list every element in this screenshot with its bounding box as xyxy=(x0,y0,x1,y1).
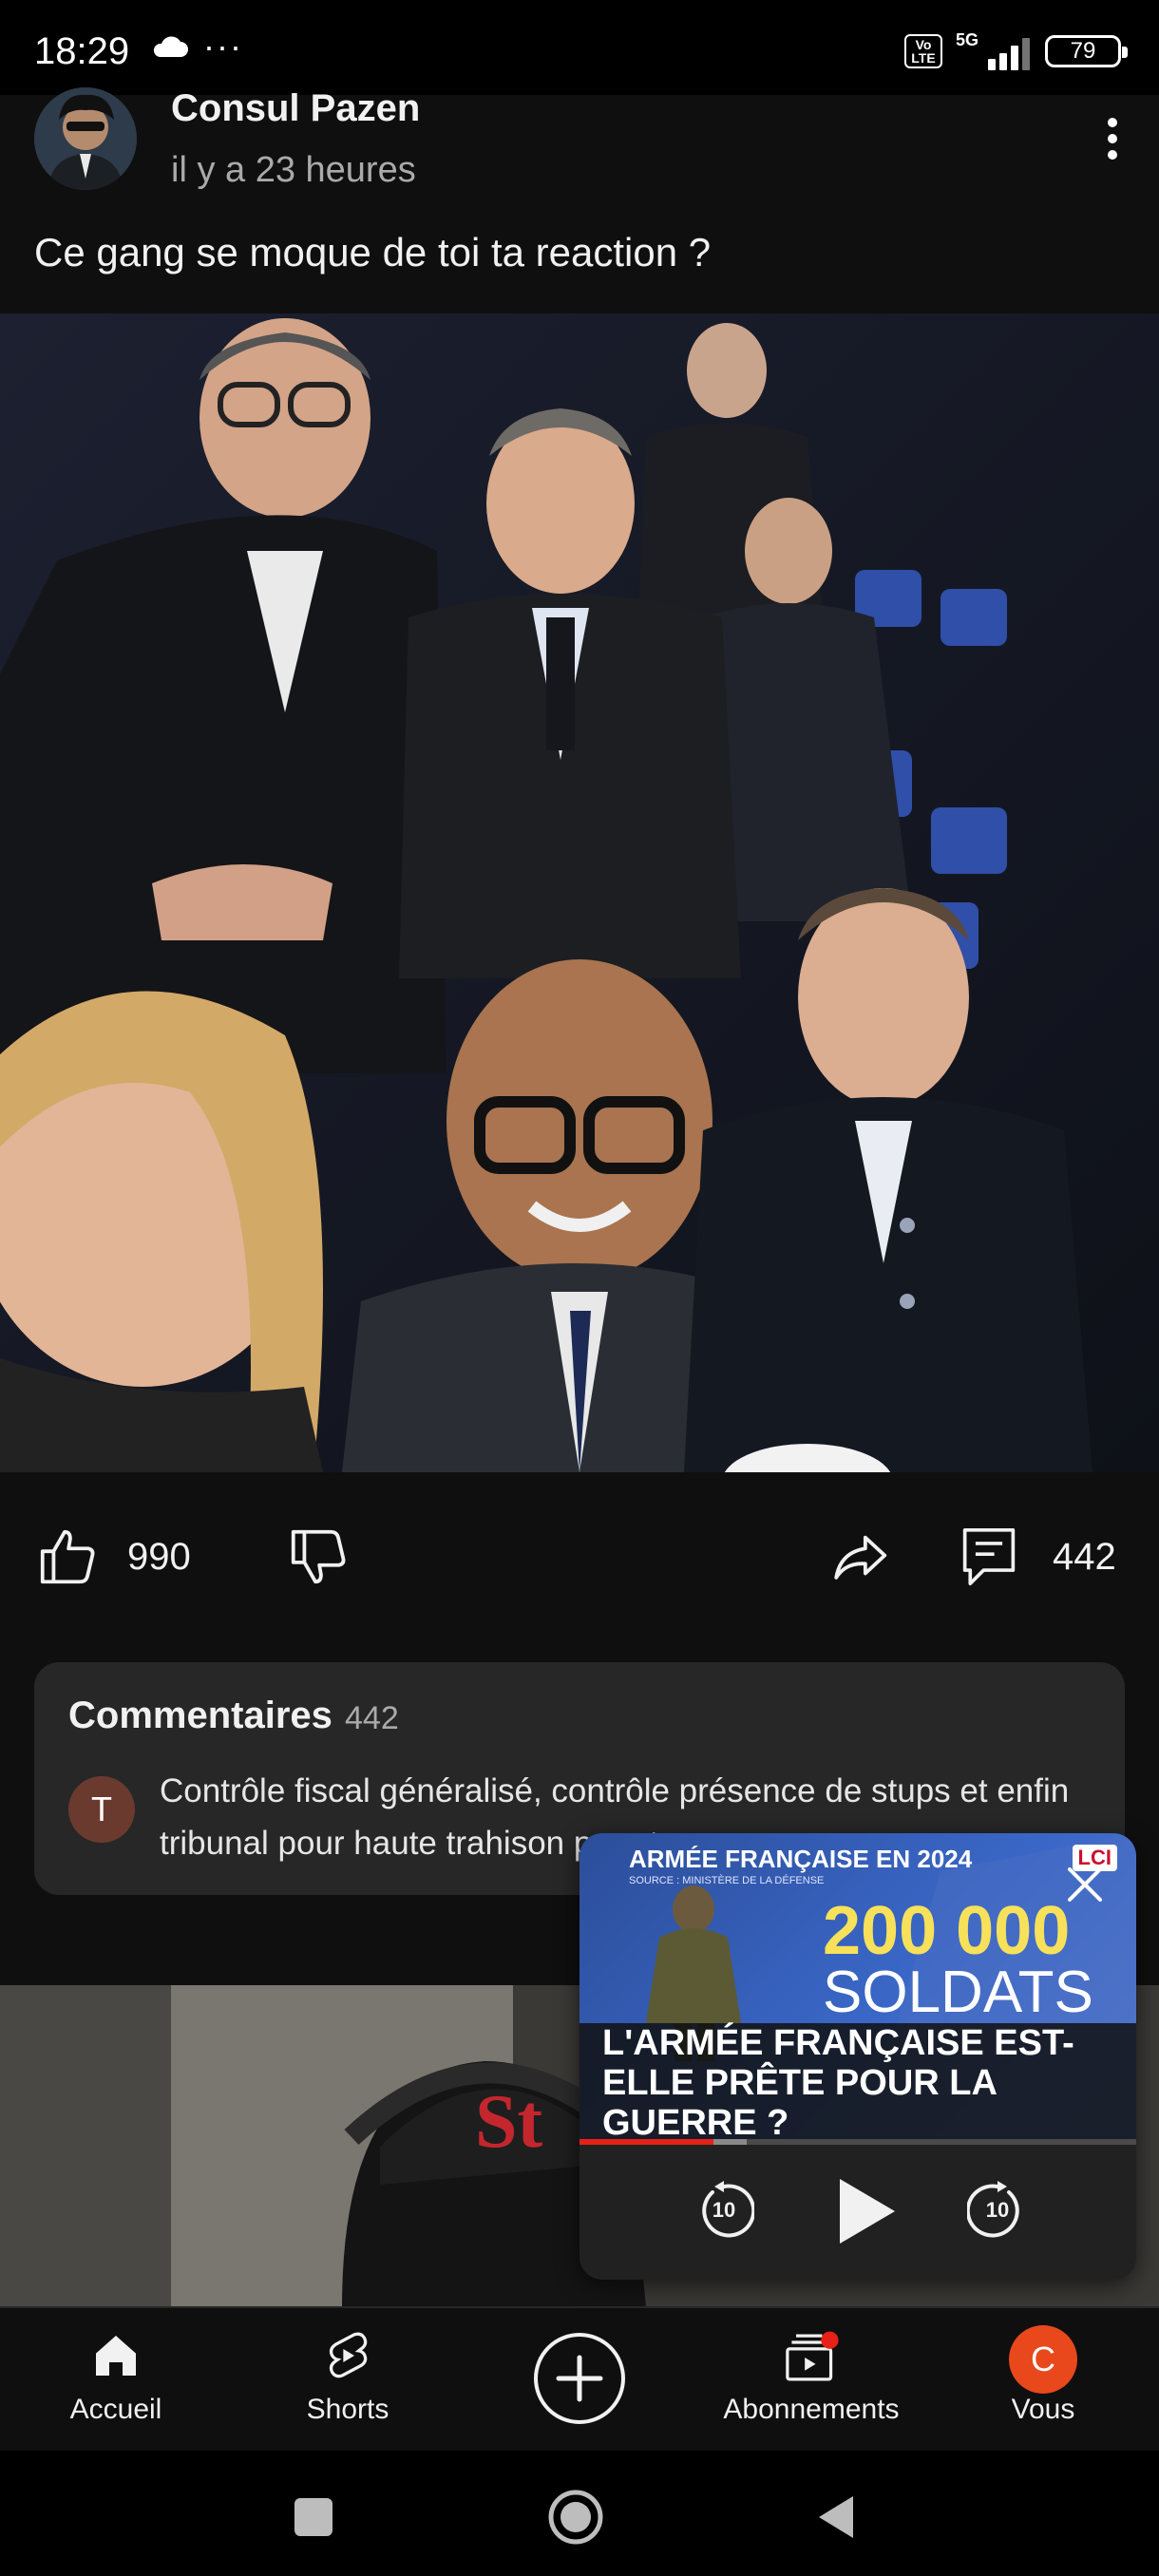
comment-icon xyxy=(962,1527,1016,1586)
channel-avatar[interactable] xyxy=(34,87,137,190)
home-circle-icon[interactable] xyxy=(547,2489,604,2546)
comment-count: 442 xyxy=(1053,1535,1116,1578)
nav-you[interactable]: C Vous xyxy=(939,2308,1148,2451)
video-big-unit: SOLDATS xyxy=(823,1960,1093,2025)
channel-name[interactable]: Consul Pazen xyxy=(171,87,420,130)
nav-home[interactable]: Accueil xyxy=(11,2308,220,2451)
shorts-icon xyxy=(329,2332,368,2378)
avatar-image xyxy=(34,87,137,190)
play-button[interactable] xyxy=(826,2173,902,2249)
video-heading: ARMÉE FRANÇAISE EN 2024 xyxy=(629,1845,973,1873)
nav-shorts[interactable]: Shorts xyxy=(243,2308,452,2451)
dislike-button[interactable] xyxy=(285,1524,352,1590)
post-timestamp: il y a 23 heures xyxy=(171,150,416,190)
nav-subscriptions[interactable]: Abonnements xyxy=(707,2308,916,2451)
post-photo xyxy=(0,313,1159,1472)
nav-you-label: Vous xyxy=(1011,2394,1075,2425)
status-time: 18:29 xyxy=(34,30,130,72)
like-count: 990 xyxy=(127,1535,191,1578)
like-button[interactable]: 990 xyxy=(34,1524,191,1590)
more-dots-icon: ··· xyxy=(203,27,243,66)
signal-5g-icon: 5G xyxy=(956,30,1032,70)
comments-title: Commentaires xyxy=(68,1695,332,1736)
battery-level: 79 xyxy=(1070,38,1096,64)
close-icon[interactable] xyxy=(1064,1864,1106,1905)
share-button[interactable] xyxy=(826,1524,893,1590)
plus-icon xyxy=(556,2355,603,2402)
bottom-navigation: Accueil Shorts Abonnements C Vous xyxy=(0,2306,1159,2449)
status-indicators: Vo LTE 5G 79 xyxy=(904,30,1128,70)
post-actions-bar: 990 442 xyxy=(0,1510,1159,1610)
volte-icon: Vo LTE xyxy=(904,34,942,68)
thumbs-up-icon xyxy=(40,1529,95,1584)
more-vertical-icon xyxy=(1108,118,1117,127)
system-navigation-bar xyxy=(0,2451,1159,2576)
home-icon xyxy=(96,2336,136,2376)
mini-player-video[interactable]: ARMÉE FRANÇAISE EN 2024 SOURCE : MINISTÈ… xyxy=(580,1833,1136,2139)
comments-button[interactable]: 442 xyxy=(960,1524,1116,1590)
commenter-avatar: T xyxy=(68,1776,135,1843)
thumbs-down-icon xyxy=(291,1529,346,1584)
recent-apps-icon[interactable] xyxy=(293,2496,334,2538)
post-text: Ce gang se moque de toi ta reaction ? xyxy=(34,230,712,275)
play-icon xyxy=(840,2179,895,2244)
video-headline: L'ARMÉE FRANÇAISE EST-ELLE PRÊTE POUR LA… xyxy=(602,2023,1074,2139)
mini-player[interactable]: ARMÉE FRANÇAISE EN 2024 SOURCE : MINISTÈ… xyxy=(580,1833,1136,2280)
progress-fill xyxy=(580,2139,713,2145)
back-icon[interactable] xyxy=(815,2492,857,2542)
rewind-10-button[interactable]: 10 xyxy=(694,2181,756,2242)
more-options-button[interactable] xyxy=(1089,110,1136,167)
nav-shorts-label: Shorts xyxy=(306,2394,390,2425)
mini-player-controls: 10 10 xyxy=(580,2147,1136,2280)
play-triangle xyxy=(840,2179,895,2244)
nav-subscriptions-label: Abonnements xyxy=(723,2394,900,2425)
network-type: 5G xyxy=(956,30,979,49)
create-button[interactable] xyxy=(534,2333,625,2424)
share-icon xyxy=(834,1535,887,1580)
forward-label: 10 xyxy=(985,2198,1010,2222)
svg-text:St: St xyxy=(475,2080,542,2164)
mini-player-progress[interactable] xyxy=(580,2139,1136,2145)
video-source: SOURCE : MINISTÈRE DE LA DÉFENSE xyxy=(629,1875,825,1886)
status-bar: 18:29 ··· Vo LTE 5G 79 xyxy=(0,0,1159,95)
nav-home-label: Accueil xyxy=(69,2394,162,2425)
subscriptions-icon xyxy=(786,2331,839,2381)
cloud-icon xyxy=(153,36,188,57)
post-header: Consul Pazen il y a 23 heures xyxy=(0,82,1159,205)
battery-icon: 79 xyxy=(1045,35,1128,67)
user-avatar: C xyxy=(1009,2325,1077,2394)
rewind-label: 10 xyxy=(712,2198,736,2222)
post-image[interactable] xyxy=(0,313,1159,1472)
forward-10-button[interactable]: 10 xyxy=(965,2181,1028,2242)
comments-count: 442 xyxy=(345,1700,399,1736)
